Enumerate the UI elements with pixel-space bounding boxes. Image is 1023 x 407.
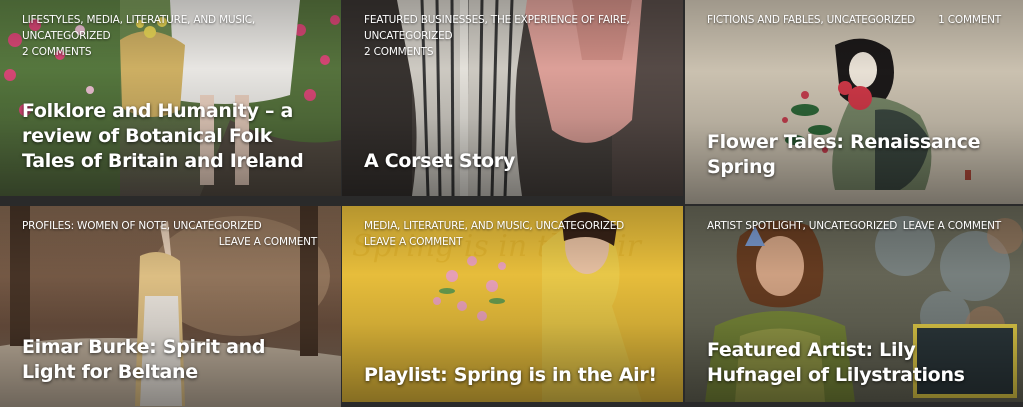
post-card-lily-hufnagel[interactable]: ARTIST SPOTLIGHT, UNCATEGORIZED LEAVE A … [685,206,1023,402]
post-title-link[interactable]: Flower Tales: Renaissance Spring [707,130,1005,180]
post-comments-link[interactable]: 1 COMMENT [938,12,1001,28]
post-card-corset[interactable]: FEATURED BUSINESSES, THE EXPERIENCE OF F… [342,0,683,196]
post-card-folklore[interactable]: LIFESTYLES, MEDIA, LITERATURE, AND MUSIC… [0,0,341,196]
post-comments-link[interactable]: LEAVE A COMMENT [364,234,661,250]
post-categories-link[interactable]: FICTIONS AND FABLES, UNCATEGORIZED [707,14,915,26]
post-meta: PROFILES: WOMEN OF NOTE, UNCATEGORIZED L… [22,218,317,250]
post-title-link[interactable]: Featured Artist: Lily Hufnagel of Lilyst… [707,338,1005,388]
post-comments-link[interactable]: LEAVE A COMMENT [22,234,317,250]
post-meta: FICTIONS AND FABLES, UNCATEGORIZED 1 COM… [707,12,1001,28]
post-categories-link[interactable]: ARTIST SPOTLIGHT, UNCATEGORIZED [707,220,897,232]
post-meta: FEATURED BUSINESSES, THE EXPERIENCE OF F… [364,12,661,60]
post-comments-link[interactable]: LEAVE A COMMENT [903,218,1001,234]
post-categories-link[interactable]: LIFESTYLES, MEDIA, LITERATURE, AND MUSIC… [22,12,319,44]
post-card-eimar-burke[interactable]: PROFILES: WOMEN OF NOTE, UNCATEGORIZED L… [0,206,341,407]
post-categories-link[interactable]: FEATURED BUSINESSES, THE EXPERIENCE OF F… [364,12,661,44]
post-card-flower-tales[interactable]: FICTIONS AND FABLES, UNCATEGORIZED 1 COM… [685,0,1023,204]
post-title-link[interactable]: A Corset Story [364,149,665,174]
post-card-playlist[interactable]: Spring is in the Air MEDIA, LITERATURE, … [342,206,683,402]
post-meta: MEDIA, LITERATURE, AND MUSIC, UNCATEGORI… [364,218,661,250]
post-title-link[interactable]: Playlist: Spring is in the Air! [364,363,665,388]
post-title-link[interactable]: Folklore and Humanity – a review of Bota… [22,99,323,174]
post-meta: LIFESTYLES, MEDIA, LITERATURE, AND MUSIC… [22,12,319,60]
post-grid: LIFESTYLES, MEDIA, LITERATURE, AND MUSIC… [0,0,1023,407]
post-categories-link[interactable]: PROFILES: WOMEN OF NOTE, UNCATEGORIZED [22,218,317,234]
post-categories-link[interactable]: MEDIA, LITERATURE, AND MUSIC, UNCATEGORI… [364,218,661,234]
post-comments-link[interactable]: 2 COMMENTS [364,44,661,60]
post-comments-link[interactable]: 2 COMMENTS [22,44,319,60]
post-meta: ARTIST SPOTLIGHT, UNCATEGORIZED LEAVE A … [707,218,1001,234]
post-title-link[interactable]: Eimar Burke: Spirit and Light for Beltan… [22,335,323,385]
